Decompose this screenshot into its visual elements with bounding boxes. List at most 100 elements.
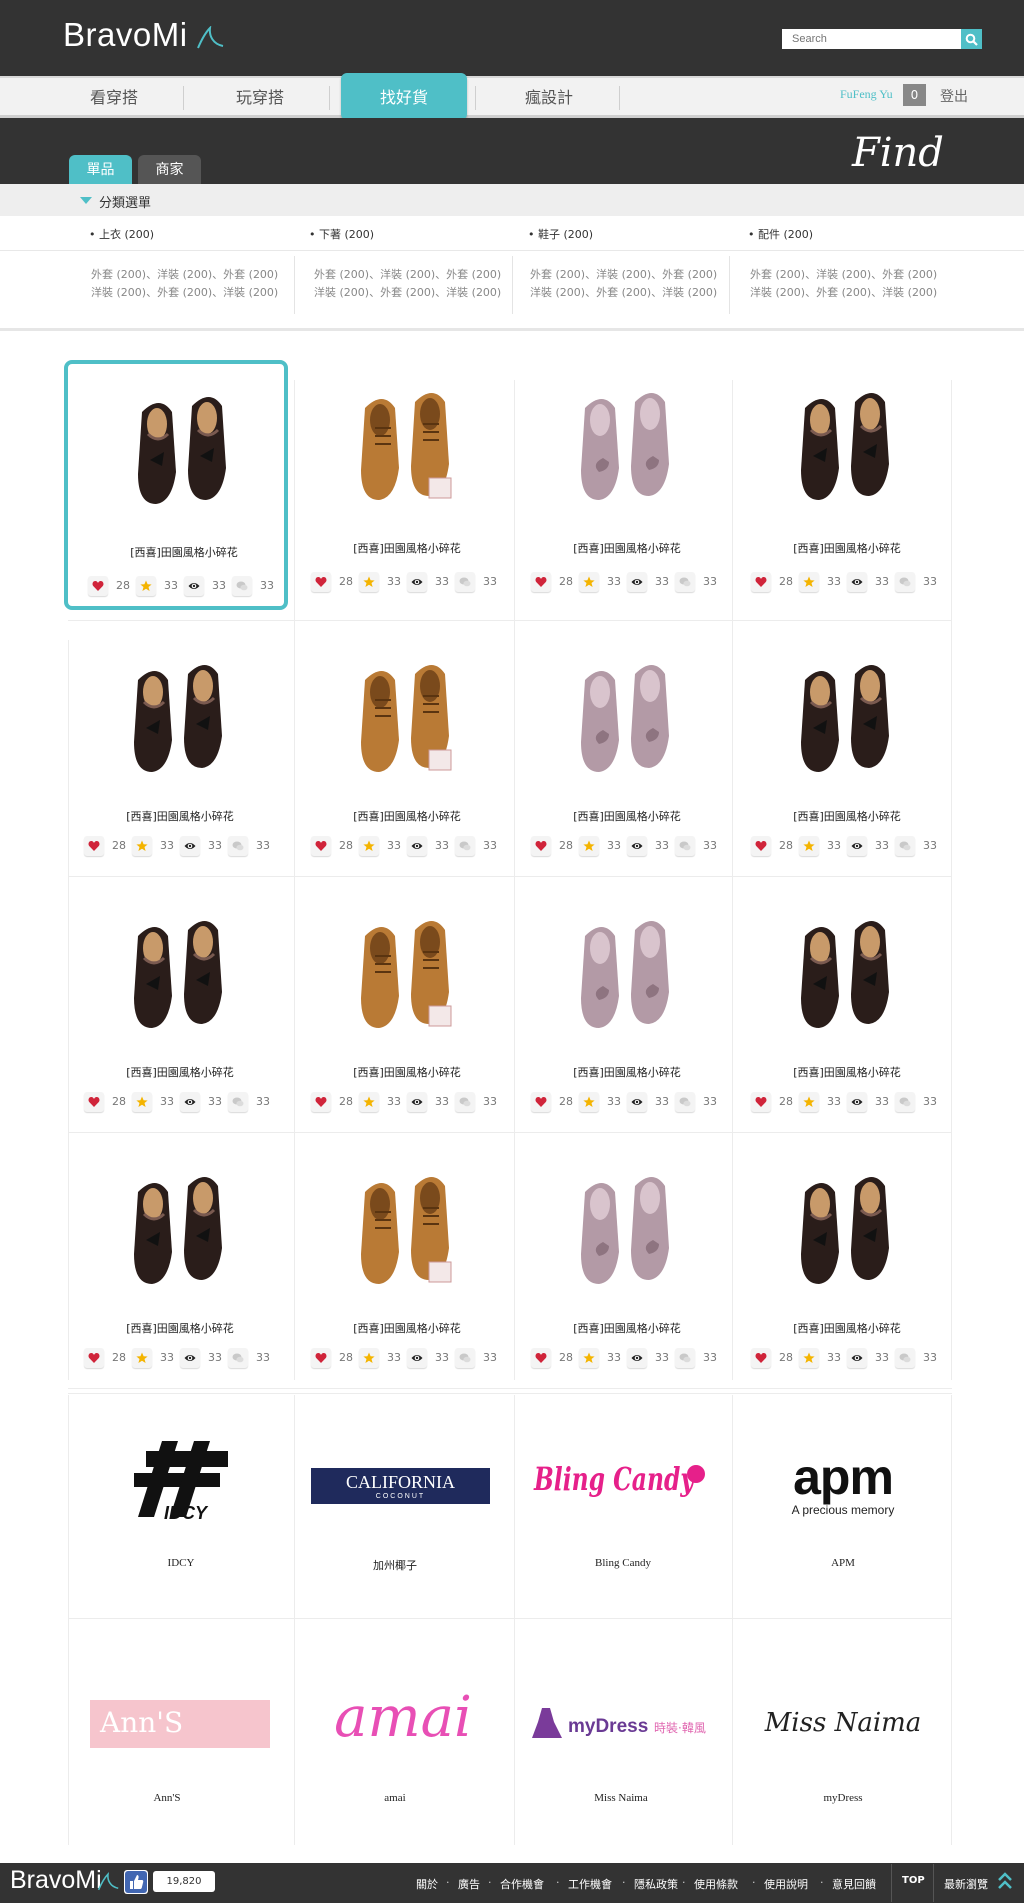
product-image[interactable] xyxy=(120,382,250,512)
brand-card-apm[interactable]: apm A precious memory APM xyxy=(736,1395,954,1615)
view-button[interactable] xyxy=(180,1348,200,1368)
like-button[interactable] xyxy=(751,836,771,856)
product-title[interactable]: [西喜]田園風格小碎花 xyxy=(295,1320,519,1336)
favorite-button[interactable] xyxy=(359,836,379,856)
brand-name[interactable]: IDCY xyxy=(72,1557,290,1569)
product-image[interactable] xyxy=(343,1162,473,1292)
category-accessories[interactable]: • 配件 (200) xyxy=(748,226,813,242)
product-title[interactable]: [西喜]田園風格小碎花 xyxy=(515,1064,739,1080)
comment-button[interactable] xyxy=(455,1092,475,1112)
product-title[interactable]: [西喜]田園風格小碎花 xyxy=(515,808,739,824)
category-menu-title[interactable]: 分類選單 xyxy=(99,192,151,211)
view-button[interactable] xyxy=(847,836,867,856)
product-image[interactable] xyxy=(783,906,913,1036)
product-image[interactable] xyxy=(343,378,473,508)
view-button[interactable] xyxy=(407,572,427,592)
comment-button[interactable] xyxy=(675,1092,695,1112)
product-title[interactable]: [西喜]田園風格小碎花 xyxy=(735,808,959,824)
chevron-down-icon[interactable] xyxy=(80,197,92,204)
subcategory-list[interactable]: 外套 (200)、洋裝 (200)、外套 (200) 洋裝 (200)、外套 (2… xyxy=(750,266,940,302)
brand-name[interactable]: Bling Candy xyxy=(514,1557,732,1569)
tab-shops[interactable]: 商家 xyxy=(138,155,201,184)
category-label[interactable]: 上衣 (200) xyxy=(99,228,154,241)
back-to-top-button[interactable]: TOP xyxy=(902,1875,925,1886)
comment-button[interactable] xyxy=(232,576,252,596)
footer-link[interactable]: 隱私政策 xyxy=(634,1876,678,1892)
favorite-button[interactable] xyxy=(799,1092,819,1112)
subcategory-line[interactable]: 洋裝 (200)、外套 (200)、洋裝 (200) xyxy=(750,284,940,302)
comment-button[interactable] xyxy=(895,572,915,592)
search-button[interactable] xyxy=(961,29,982,49)
comment-button[interactable] xyxy=(675,1348,695,1368)
favorite-button[interactable] xyxy=(579,572,599,592)
product-card[interactable]: [西喜]田園風格小碎花 28 33 33 33 xyxy=(735,360,959,610)
view-button[interactable] xyxy=(627,1348,647,1368)
product-title[interactable]: [西喜]田園風格小碎花 xyxy=(68,1320,292,1336)
comment-button[interactable] xyxy=(895,1092,915,1112)
like-button[interactable] xyxy=(84,1348,104,1368)
favorite-button[interactable] xyxy=(359,572,379,592)
brand-card-idcy[interactable]: IDCY IDCY xyxy=(72,1395,290,1615)
view-button[interactable] xyxy=(407,1092,427,1112)
footer-link[interactable]: 使用條款 xyxy=(694,1876,738,1892)
product-card[interactable]: [西喜]田園風格小碎花 28 33 33 33 xyxy=(295,896,519,1146)
product-title[interactable]: [西喜]田園風格小碎花 xyxy=(295,1064,519,1080)
product-title[interactable]: [西喜]田園風格小碎花 xyxy=(295,540,519,556)
product-card[interactable]: [西喜]田園風格小碎花 28 33 33 33 xyxy=(515,896,739,1146)
footer-link[interactable]: 廣告 xyxy=(458,1876,480,1892)
favorite-button[interactable] xyxy=(132,1348,152,1368)
site-logo[interactable]: BravoMi xyxy=(63,16,188,54)
product-card[interactable]: [西喜]田園風格小碎花 28 33 33 33 xyxy=(735,896,959,1146)
category-bottoms[interactable]: • 下著 (200) xyxy=(309,226,374,242)
brand-card-miss-naima[interactable]: Miss Naima myDress xyxy=(736,1620,954,1845)
product-image[interactable] xyxy=(343,650,473,780)
like-button[interactable] xyxy=(311,1348,331,1368)
product-card[interactable]: [西喜]田園風格小碎花 28 33 33 33 xyxy=(515,1152,739,1402)
product-title[interactable]: [西喜]田園風格小碎花 xyxy=(295,808,519,824)
view-button[interactable] xyxy=(407,836,427,856)
view-button[interactable] xyxy=(180,836,200,856)
like-button[interactable] xyxy=(311,836,331,856)
product-title[interactable]: [西喜]田園風格小碎花 xyxy=(735,1064,959,1080)
footer-link[interactable]: 合作機會 xyxy=(500,1876,544,1892)
product-image[interactable] xyxy=(783,650,913,780)
favorite-button[interactable] xyxy=(359,1092,379,1112)
product-image[interactable] xyxy=(116,650,246,780)
category-shoes[interactable]: • 鞋子 (200) xyxy=(528,226,593,242)
brand-card-bling-candy[interactable]: Bling Candy Bling Candy xyxy=(518,1395,736,1615)
brand-name[interactable]: amai xyxy=(286,1792,504,1804)
like-button[interactable] xyxy=(751,1092,771,1112)
like-button[interactable] xyxy=(84,1092,104,1112)
recently-viewed-link[interactable]: 最新瀏覽 xyxy=(944,1876,988,1892)
product-image[interactable] xyxy=(783,378,913,508)
product-title[interactable]: [西喜]田園風格小碎花 xyxy=(735,1320,959,1336)
tab-products[interactable]: 單品 xyxy=(69,155,132,184)
favorite-button[interactable] xyxy=(579,836,599,856)
like-button[interactable] xyxy=(311,1092,331,1112)
like-button[interactable] xyxy=(124,1870,148,1894)
comment-button[interactable] xyxy=(228,1348,248,1368)
product-image[interactable] xyxy=(343,906,473,1036)
view-button[interactable] xyxy=(627,572,647,592)
footer-link[interactable]: 使用說明 xyxy=(764,1876,808,1892)
subcategory-line[interactable]: 外套 (200)、洋裝 (200)、外套 (200) xyxy=(91,266,281,284)
view-button[interactable] xyxy=(847,1348,867,1368)
category-tops[interactable]: • 上衣 (200) xyxy=(89,226,154,242)
product-image[interactable] xyxy=(116,1162,246,1292)
brand-card-amai[interactable]: amai amai xyxy=(298,1620,516,1845)
view-button[interactable] xyxy=(627,836,647,856)
logout-link[interactable]: 登出 xyxy=(940,86,968,106)
subcategory-line[interactable]: 洋裝 (200)、外套 (200)、洋裝 (200) xyxy=(530,284,720,302)
product-card[interactable]: [西喜]田園風格小碎花 28 33 33 33 xyxy=(64,360,288,610)
comment-button[interactable] xyxy=(895,1348,915,1368)
subcategory-list[interactable]: 外套 (200)、洋裝 (200)、外套 (200) 洋裝 (200)、外套 (2… xyxy=(91,266,281,302)
brand-card-anns[interactable]: Ann'S Ann'S xyxy=(72,1620,290,1845)
like-button[interactable] xyxy=(531,1348,551,1368)
like-button[interactable] xyxy=(531,1092,551,1112)
brand-name[interactable]: Miss Naima xyxy=(512,1792,730,1804)
category-label[interactable]: 鞋子 (200) xyxy=(538,228,593,241)
subcategory-line[interactable]: 外套 (200)、洋裝 (200)、外套 (200) xyxy=(314,266,504,284)
like-button[interactable] xyxy=(531,572,551,592)
product-title[interactable]: [西喜]田園風格小碎花 xyxy=(735,540,959,556)
product-image[interactable] xyxy=(563,650,693,780)
